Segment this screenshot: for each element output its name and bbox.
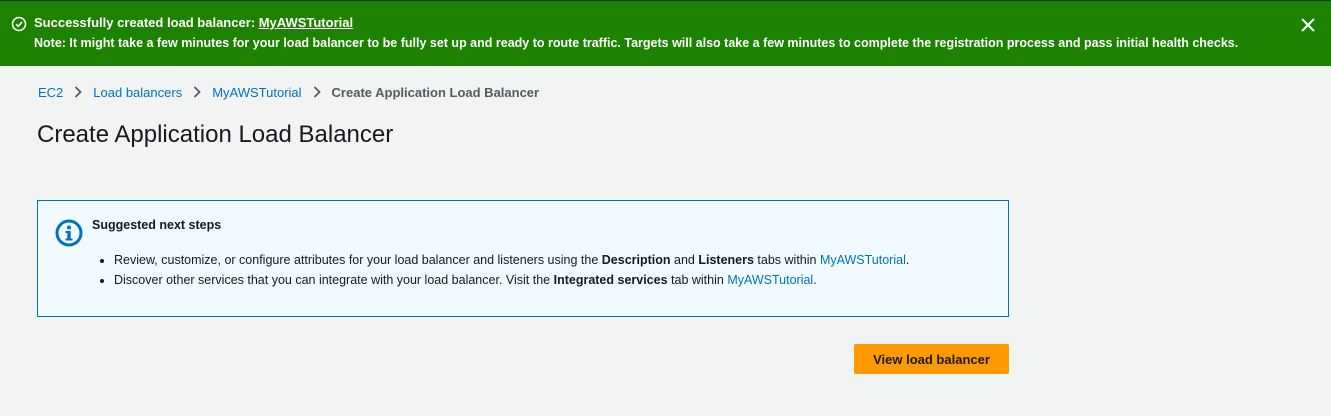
info-heading: Suggested next steps (92, 218, 222, 232)
view-load-balancer-button[interactable]: View load balancer (854, 344, 1009, 374)
flash-title: Successfully created load balancer: MyAW… (34, 15, 353, 31)
close-icon[interactable] (1299, 16, 1317, 34)
step1-listeners: Listeners (698, 253, 754, 267)
step2-text-post: tab within (667, 273, 728, 287)
page-title: Create Application Load Balancer (37, 121, 394, 148)
step1-text-mid: and (670, 253, 699, 267)
check-circle-icon (11, 16, 27, 32)
chevron-right-icon (63, 86, 93, 98)
load-balancer-link[interactable]: MyAWSTutorial (259, 15, 353, 30)
next-steps-list: Review, customize, or configure attribut… (114, 250, 909, 290)
step1-text-end: . (905, 253, 910, 267)
step2-integrated-services: Integrated services (553, 273, 668, 287)
breadcrumb: EC2 Load balancers MyAWSTutorial Create … (38, 83, 539, 101)
chevron-right-icon (182, 86, 212, 98)
step2-text-pre: Discover other services that you can int… (114, 273, 554, 287)
flash-title-text: Successfully created load balancer: (34, 15, 259, 30)
step1-load-balancer-link[interactable]: MyAWSTutorial (820, 253, 906, 267)
flash-note: Note: It might take a few minutes for yo… (34, 36, 1239, 50)
chevron-right-icon (302, 86, 332, 98)
step2-text-end: . (813, 273, 817, 287)
success-flash-banner: Successfully created load balancer: MyAW… (0, 0, 1331, 66)
list-item: Discover other services that you can int… (114, 270, 909, 290)
breadcrumb-myawstutorial[interactable]: MyAWSTutorial (212, 85, 301, 100)
step1-description: Description (601, 253, 671, 267)
breadcrumb-ec2[interactable]: EC2 (38, 85, 63, 100)
breadcrumb-load-balancers[interactable]: Load balancers (93, 85, 182, 100)
step2-load-balancer-link[interactable]: MyAWSTutorial (727, 273, 813, 287)
step1-text-post: tabs within (753, 253, 820, 267)
suggested-next-steps-box: Suggested next steps Review, customize, … (37, 200, 1009, 317)
list-item: Review, customize, or configure attribut… (114, 250, 909, 270)
info-icon (55, 219, 83, 247)
breadcrumb-current: Create Application Load Balancer (331, 84, 540, 100)
step1-text-pre: Review, customize, or configure attribut… (114, 253, 602, 267)
